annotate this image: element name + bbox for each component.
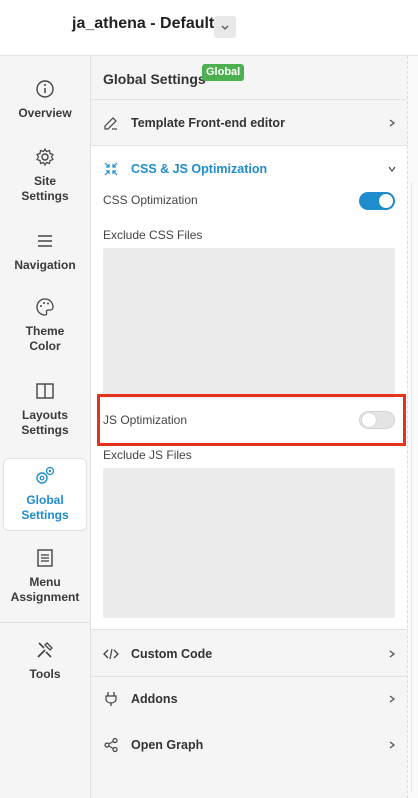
sidebar-item-label: Layouts Settings: [21, 408, 69, 437]
layout-icon: [36, 383, 54, 399]
css-js-section-body: CSS & JS Optimization CSS Optimization E…: [91, 146, 407, 630]
share-icon: [104, 737, 118, 753]
sidebar-item-label: Global Settings: [21, 493, 69, 522]
edit-icon: [104, 116, 117, 130]
list-icon: [37, 549, 53, 567]
sidebar-item-navigation[interactable]: Navigation: [3, 230, 87, 273]
sidebar-divider: [0, 622, 90, 623]
css-optimization-toggle[interactable]: [359, 192, 395, 210]
palette-icon: [36, 298, 54, 316]
section-template-editor[interactable]: Template Front-end editor: [91, 100, 407, 146]
section-css-js-optimization[interactable]: CSS & JS Optimization: [91, 146, 407, 192]
exclude-css-textarea[interactable]: [103, 248, 395, 398]
sidebar-item-theme-color[interactable]: Theme Color: [3, 296, 87, 354]
sidebar-item-site-settings[interactable]: Site Settings: [3, 146, 87, 204]
exclude-css-label: Exclude CSS Files: [103, 228, 203, 242]
exclude-js-textarea[interactable]: [103, 468, 395, 618]
gears-icon: [36, 466, 55, 484]
sidebar-item-overview[interactable]: Overview: [3, 78, 87, 121]
top-bar: ja_athena - Default: [0, 0, 418, 56]
section-addons[interactable]: Addons: [91, 676, 407, 722]
section-label: Template Front-end editor: [131, 115, 285, 130]
css-optimization-label: CSS Optimization: [103, 193, 198, 207]
gear-icon: [36, 147, 54, 167]
chevron-right-icon: [389, 741, 396, 749]
panel-header: Global Settings Global: [91, 56, 407, 100]
chevron-down-icon: [221, 25, 229, 30]
sidebar-item-layouts-settings[interactable]: Layouts Settings: [3, 380, 87, 438]
chevron-down-icon: [388, 166, 396, 173]
toggle-knob: [379, 194, 393, 208]
sidebar-item-label: Tools: [29, 667, 61, 681]
sidebar-item-label: Menu Assignment: [10, 575, 80, 604]
sidebar-item-label: Theme Color: [25, 324, 65, 353]
chevron-right-icon: [389, 695, 396, 703]
chevron-right-icon: [389, 118, 396, 127]
section-open-graph[interactable]: Open Graph: [91, 722, 407, 768]
sidebar-item-menu-assignment[interactable]: Menu Assignment: [3, 547, 87, 605]
sidebar-item-label: Navigation: [14, 258, 76, 272]
page-title: Global Settings: [103, 71, 206, 87]
sidebar-item-label: Site Settings: [21, 174, 69, 203]
sidebar-item-tools[interactable]: Tools: [3, 639, 87, 682]
plug-icon: [105, 692, 117, 706]
compress-icon: [104, 162, 118, 176]
scrollbar-thumb[interactable]: [411, 182, 417, 792]
sidebar-item-global-settings[interactable]: Global Settings: [3, 458, 87, 531]
sidebar-item-label: Overview: [18, 106, 72, 120]
highlight-box: [97, 394, 406, 446]
site-dropdown-button[interactable]: [214, 16, 236, 38]
menu-icon: [38, 235, 52, 247]
code-icon: [103, 648, 119, 659]
info-icon: [36, 80, 54, 98]
section-custom-code[interactable]: Custom Code: [91, 631, 407, 677]
sidebar-nav: Overview Site Settings Navigation Theme …: [0, 56, 91, 798]
chevron-right-icon: [389, 649, 396, 658]
section-label: Custom Code: [131, 646, 213, 661]
section-label: CSS & JS Optimization: [131, 162, 268, 176]
site-title: ja_athena - Default: [72, 15, 215, 32]
tools-icon: [37, 642, 53, 658]
global-badge: Global: [202, 64, 245, 81]
section-label: Open Graph: [131, 738, 204, 752]
exclude-js-label: Exclude JS Files: [103, 448, 192, 462]
section-label: Addons: [131, 692, 178, 706]
